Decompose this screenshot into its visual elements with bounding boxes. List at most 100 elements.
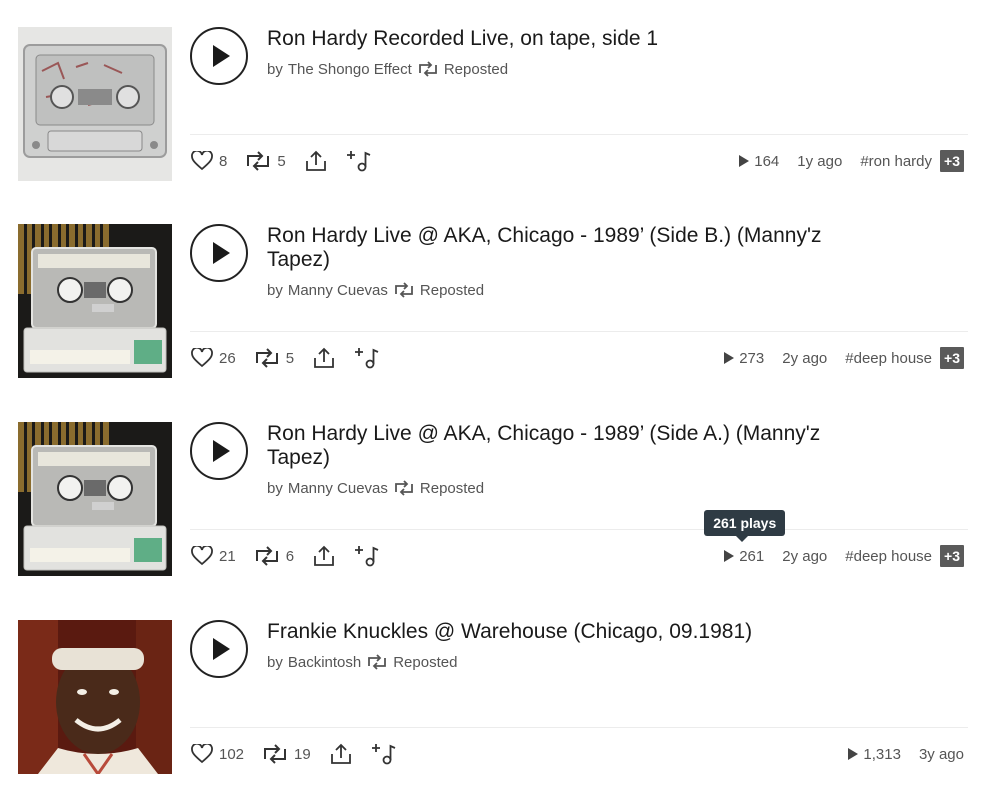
like-button[interactable]: 102 (191, 744, 244, 764)
track-byline: by The Shongo Effect Reposted (267, 60, 508, 78)
play-count-value: 261 (739, 547, 765, 565)
play-count: 1,313 (848, 746, 901, 763)
add-to-playlist-icon (371, 744, 396, 765)
add-to-playlist-button[interactable] (346, 149, 372, 173)
track-item: Ron Hardy Live @ AKA, Chicago - 1989’ (S… (18, 224, 968, 379)
play-count: 164 (739, 153, 779, 170)
reposted-label: Reposted (443, 60, 509, 78)
more-tags-badge[interactable]: +3 (940, 150, 964, 172)
track-artwork[interactable] (18, 224, 172, 378)
add-to-playlist-button[interactable] (371, 742, 397, 766)
repost-button[interactable]: 19 (262, 743, 311, 765)
add-to-playlist-button[interactable] (354, 346, 380, 370)
by-label: by (267, 60, 283, 78)
share-icon (314, 347, 334, 368)
track-actions: 102 19 (191, 740, 415, 768)
more-tags-badge[interactable]: +3 (940, 347, 964, 369)
divider (190, 331, 968, 332)
by-label: by (267, 281, 283, 299)
track-title[interactable]: Frankie Knuckles @ Warehouse (Chicago, 0… (267, 620, 867, 644)
like-count: 26 (219, 349, 236, 367)
upload-age: 1y ago (797, 152, 843, 170)
repost-button[interactable]: 5 (254, 347, 294, 369)
divider (190, 727, 968, 728)
add-to-playlist-icon (346, 151, 371, 172)
tag-link[interactable]: #deep house (845, 350, 932, 367)
share-button[interactable] (312, 346, 336, 370)
like-button[interactable]: 21 (191, 546, 236, 566)
heart-icon (191, 546, 213, 566)
upload-age: 2y ago (782, 349, 828, 367)
play-count-value: 1,313 (863, 745, 901, 763)
play-icon (213, 242, 230, 264)
add-to-playlist-icon (355, 348, 379, 369)
share-icon (330, 743, 351, 764)
share-icon (305, 150, 326, 171)
reposted-label: Reposted (419, 281, 485, 299)
upload-age: 3y ago (918, 745, 964, 763)
uploader-link[interactable]: Manny Cuevas (288, 480, 388, 497)
track-title[interactable]: Ron Hardy Recorded Live, on tape, side 1 (267, 27, 867, 51)
track-artwork[interactable] (18, 27, 172, 181)
add-to-playlist-icon (355, 546, 379, 567)
track-actions: 8 5 (191, 147, 390, 175)
play-count-tooltip: 261 plays (704, 509, 786, 542)
track-stats: 273 2y ago #deep house +3 (724, 344, 964, 372)
play-icon (213, 440, 230, 462)
repost-icon (264, 744, 287, 764)
repost-icon (395, 282, 413, 298)
repost-button[interactable]: 5 (245, 150, 286, 172)
repost-count: 5 (285, 349, 295, 367)
play-count: 273 (724, 350, 764, 367)
repost-icon (418, 61, 437, 77)
track-title[interactable]: Ron Hardy Live @ AKA, Chicago - 1989’ (S… (267, 422, 867, 470)
play-count: 261 plays 261 (704, 509, 786, 565)
like-button[interactable]: 8 (191, 151, 227, 171)
like-count: 8 (219, 152, 228, 170)
track-stats: 261 plays 261 2y ago #deep house +3 (704, 509, 964, 570)
divider (190, 529, 968, 530)
add-to-playlist-button[interactable] (354, 544, 380, 568)
track-byline: by Backintosh Reposted (267, 653, 457, 671)
upload-age: 2y ago (782, 547, 828, 565)
repost-icon (255, 546, 278, 566)
play-button[interactable] (190, 27, 248, 85)
share-button[interactable] (312, 544, 336, 568)
play-button[interactable] (190, 422, 248, 480)
repost-icon (255, 348, 278, 368)
repost-count: 6 (285, 547, 295, 565)
repost-button[interactable]: 6 (254, 545, 294, 567)
tag-link[interactable]: #ron hardy (860, 153, 932, 170)
reposted-label: Reposted (419, 479, 485, 497)
track-actions: 26 5 (191, 344, 398, 372)
share-icon (314, 545, 334, 566)
play-button[interactable] (190, 620, 248, 678)
share-button[interactable] (329, 742, 353, 766)
repost-icon (247, 151, 270, 171)
by-label: by (267, 479, 283, 497)
repost-icon (395, 480, 413, 496)
by-label: by (267, 653, 283, 671)
track-artwork[interactable] (18, 620, 172, 774)
play-button[interactable] (190, 224, 248, 282)
track-item: Frankie Knuckles @ Warehouse (Chicago, 0… (18, 620, 968, 775)
track-title[interactable]: Ron Hardy Live @ AKA, Chicago - 1989’ (S… (267, 224, 867, 272)
uploader-link[interactable]: Manny Cuevas (288, 282, 388, 299)
uploader-link[interactable]: Backintosh (288, 654, 361, 671)
more-tags-badge[interactable]: +3 (940, 545, 964, 567)
uploader-link[interactable]: The Shongo Effect (288, 61, 412, 78)
tag-link[interactable]: #deep house (845, 548, 932, 565)
play-count-value: 273 (739, 349, 765, 367)
repost-count: 5 (277, 152, 286, 170)
track-stats: 164 1y ago #ron hardy +3 (739, 147, 964, 175)
share-button[interactable] (304, 149, 328, 173)
repost-icon (368, 654, 387, 670)
play-icon (213, 638, 230, 660)
play-count-icon (724, 352, 735, 364)
like-button[interactable]: 26 (191, 348, 236, 368)
heart-icon (191, 348, 213, 368)
like-count: 102 (219, 745, 245, 763)
track-stats: 1,313 3y ago (848, 740, 964, 768)
track-artwork[interactable] (18, 422, 172, 576)
play-count-icon (739, 155, 750, 167)
